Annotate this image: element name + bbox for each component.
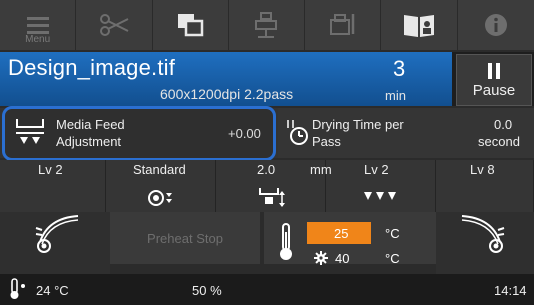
scissors-icon	[99, 14, 129, 36]
toolbar: Menu	[0, 0, 534, 50]
suction-icon	[364, 192, 396, 200]
settings-gear-icon	[314, 251, 328, 265]
menu-label: Menu	[25, 34, 51, 45]
takeup-roll-icon	[461, 215, 505, 253]
pause-icon	[488, 62, 500, 79]
job-resolution-pass: 600x1200dpi 2.2pass	[160, 86, 294, 102]
cut-button[interactable]	[76, 0, 153, 50]
drying-time-label-line1: Drying Time per	[312, 117, 404, 132]
platen-gap-value: 2.0	[257, 162, 276, 177]
current-temperature: 25	[334, 226, 349, 241]
platen-gap-icon	[259, 188, 285, 207]
manual-button[interactable]	[381, 0, 458, 50]
drying-timer-icon	[287, 120, 308, 145]
drying-time-unit: second	[478, 134, 520, 149]
remaining-time-unit: min	[385, 88, 406, 103]
pause-label: Pause	[472, 81, 516, 99]
media-feed-value: +0.00	[228, 126, 261, 141]
printhead-icon	[255, 12, 278, 38]
media-feed-label-line1: Media Feed	[56, 117, 125, 132]
drying-time-panel[interactable]	[278, 108, 534, 158]
print-mode-label: Standard	[133, 162, 186, 177]
preheat-stop-button[interactable]: Preheat Stop	[110, 212, 260, 264]
copy-icon	[178, 14, 204, 37]
set-temperature: 40	[335, 251, 350, 266]
printhead-button[interactable]	[229, 0, 306, 50]
printer-settings-button[interactable]	[305, 0, 382, 50]
ambient-temperature: 24 °C	[36, 283, 69, 298]
job-file-name: Design_image.tif	[8, 55, 176, 80]
media-feed-label-line2: Adjustment	[56, 134, 122, 149]
info-icon	[484, 14, 507, 36]
clock-time: 14:14	[494, 283, 527, 298]
takeup-tension-level: Lv 8	[470, 162, 495, 177]
thermometer-icon	[280, 223, 292, 260]
environment-thermometer-icon	[10, 278, 25, 299]
copy-button[interactable]	[153, 0, 229, 50]
menu-button[interactable]: Menu	[0, 0, 77, 50]
printer-settings-icon	[329, 14, 354, 35]
set-temperature-unit: °C	[385, 251, 400, 266]
info-button[interactable]	[458, 0, 534, 50]
drying-time-label-line2: Pass	[312, 134, 341, 149]
feed-roll-icon	[35, 215, 79, 253]
remaining-time-value: 3	[393, 56, 406, 81]
status-bar	[0, 274, 534, 305]
feed-tension-level: Lv 2	[38, 162, 63, 177]
ambient-humidity: 50 %	[192, 283, 222, 298]
print-mode-icon	[148, 190, 172, 206]
current-temperature-unit: °C	[385, 226, 400, 241]
menu-icon	[26, 17, 49, 34]
pause-button[interactable]: Pause	[456, 54, 532, 106]
suction-level: Lv 2	[364, 162, 389, 177]
platen-gap-unit: mm	[310, 162, 332, 177]
drying-time-value: 0.0	[494, 117, 513, 132]
manual-icon	[403, 15, 434, 37]
media-feed-icon	[16, 119, 44, 144]
